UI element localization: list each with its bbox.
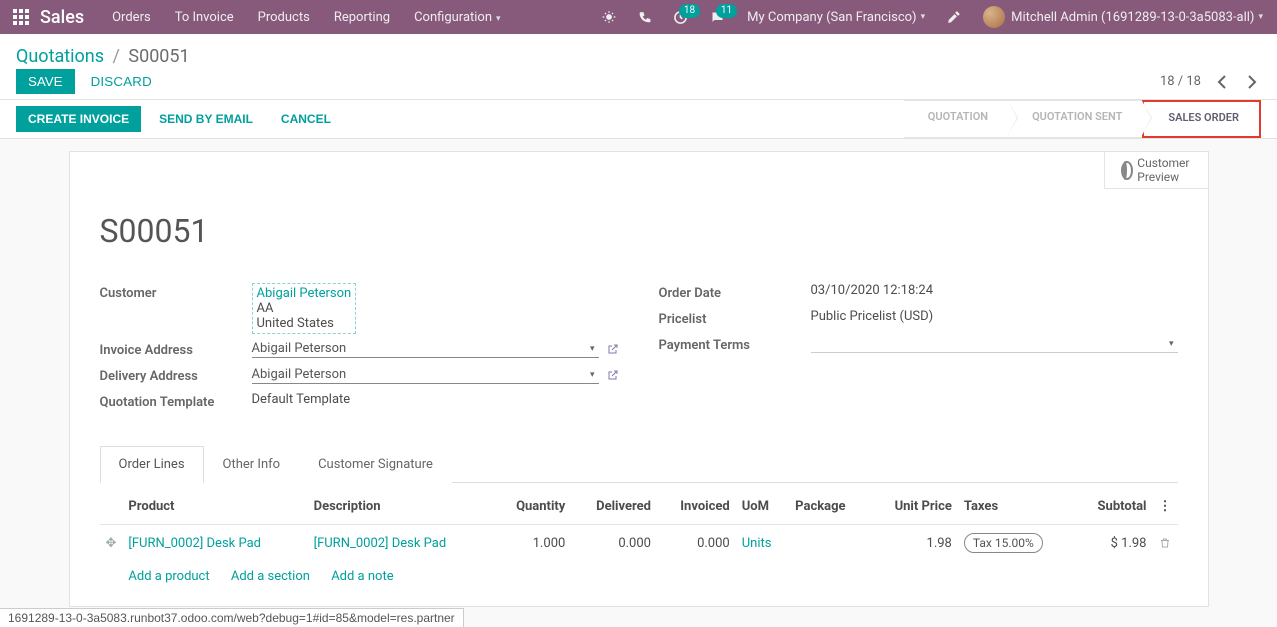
line-quantity[interactable]: 1.000 [493,525,572,562]
line-product[interactable]: [FURN_0002] Desk Pad [128,536,261,551]
tab-order-lines[interactable]: Order Lines [100,446,204,483]
cancel-button[interactable]: CANCEL [271,106,341,132]
order-date-value: 03/10/2020 12:18:24 [811,283,934,298]
col-unit-price[interactable]: Unit Price [869,489,958,525]
table-header: Product Description Quantity Delivered I… [100,489,1178,525]
pricelist-value: Public Pricelist (USD) [811,309,934,324]
settings-icon[interactable] [941,6,967,28]
avatar [983,6,1005,28]
col-delivered[interactable]: Delivered [571,489,657,525]
col-product[interactable]: Product [122,489,307,525]
delete-line-icon[interactable] [1153,525,1178,562]
tab-other-info[interactable]: Other Info [204,446,300,483]
chevron-down-icon[interactable]: ▾ [586,370,599,380]
quotation-template-label: Quotation Template [100,392,252,410]
line-invoiced[interactable]: 0.000 [657,525,736,562]
col-invoiced[interactable]: Invoiced [657,489,736,525]
pricelist-label: Pricelist [659,309,811,327]
add-note-link[interactable]: Add a note [331,569,393,584]
line-tax-badge[interactable]: Tax 15.00% [964,533,1043,553]
menu-orders[interactable]: Orders [102,3,161,32]
line-package[interactable] [789,525,869,562]
activity-badge: 18 [679,4,700,18]
breadcrumb: Quotations / S00051 [16,40,1261,69]
save-button[interactable]: SAVE [16,69,75,94]
invoice-address-field[interactable]: Abigail Peterson ▾ [252,340,599,358]
table-row[interactable]: ✥ [FURN_0002] Desk Pad [FURN_0002] Desk … [100,525,1178,562]
col-subtotal[interactable]: Subtotal [1074,489,1152,525]
company-switcher[interactable]: My Company (San Francisco)▾ [741,6,931,29]
user-menu[interactable]: Mitchell Admin (1691289-13-0-3a5083-all)… [977,2,1269,32]
breadcrumb-current: S00051 [128,46,189,67]
stage-quotation[interactable]: QUOTATION [904,100,1008,138]
external-link-icon[interactable] [607,343,619,355]
pager-prev[interactable] [1213,71,1231,93]
customer-name-link[interactable]: Abigail Peterson [257,286,352,301]
customer-preview-button[interactable]: Customer Preview [1104,152,1207,189]
invoice-address-label: Invoice Address [100,340,252,358]
line-subtotal: $ 1.98 [1074,525,1152,562]
status-stages: QUOTATION QUOTATION SENT SALES ORDER [904,100,1261,138]
col-description[interactable]: Description [308,489,493,525]
tab-customer-signature[interactable]: Customer Signature [299,446,452,483]
drag-handle-icon[interactable]: ✥ [100,525,123,562]
col-uom[interactable]: UoM [736,489,789,525]
payment-terms-field[interactable]: ▾ [811,335,1178,353]
chevron-down-icon[interactable]: ▾ [586,344,599,354]
stage-quotation-sent[interactable]: QUOTATION SENT [1008,100,1142,138]
add-product-link[interactable]: Add a product [128,569,209,584]
customer-line2: AA [257,301,352,316]
payment-terms-label: Payment Terms [659,335,811,353]
customer-label: Customer [100,283,252,301]
order-date-label: Order Date [659,283,811,301]
col-quantity[interactable]: Quantity [493,489,572,525]
order-title: S00051 [100,212,1178,250]
line-unit-price[interactable]: 1.98 [869,525,958,562]
globe-icon [1123,163,1127,178]
activity-icon[interactable]: 18 [667,6,694,29]
delivery-address-field[interactable]: Abigail Peterson ▾ [252,366,599,384]
pager-count: 18 / 18 [1160,74,1201,89]
customer-country: United States [257,316,352,331]
create-invoice-button[interactable]: CREATE INVOICE [16,106,141,132]
external-link-icon[interactable] [607,369,619,381]
line-delivered[interactable]: 0.000 [571,525,657,562]
apps-icon[interactable] [8,9,34,25]
col-taxes[interactable]: Taxes [958,489,1074,525]
menu-configuration[interactable]: Configuration▾ [404,3,511,32]
menu-to-invoice[interactable]: To Invoice [165,3,244,32]
breadcrumb-root[interactable]: Quotations [16,46,104,67]
delivery-address-label: Delivery Address [100,366,252,384]
messages-icon[interactable]: 11 [704,6,731,29]
status-url: 1691289-13-0-3a5083.runbot37.odoo.com/we… [0,608,464,627]
send-by-email-button[interactable]: SEND BY EMAIL [149,106,263,132]
line-description[interactable]: [FURN_0002] Desk Pad [314,536,447,551]
columns-menu-icon[interactable]: ⋮ [1153,489,1178,525]
chevron-down-icon[interactable]: ▾ [1165,339,1178,349]
quotation-template-value: Default Template [252,392,351,407]
menu-products[interactable]: Products [248,3,320,32]
brand-title[interactable]: Sales [40,7,84,28]
stage-sales-order[interactable]: SALES ORDER [1142,100,1261,138]
menu-reporting[interactable]: Reporting [324,3,400,32]
line-uom[interactable]: Units [742,536,772,551]
add-section-link[interactable]: Add a section [231,569,310,584]
pager-next[interactable] [1243,71,1261,93]
debug-icon[interactable] [596,6,622,28]
messages-badge: 11 [716,4,737,18]
main-menu: Orders To Invoice Products Reporting Con… [102,3,510,32]
discard-button[interactable]: DISCARD [85,69,158,94]
phone-icon[interactable] [632,7,657,28]
col-package[interactable]: Package [789,489,869,525]
customer-field[interactable]: Abigail Peterson AA United States [252,283,357,334]
